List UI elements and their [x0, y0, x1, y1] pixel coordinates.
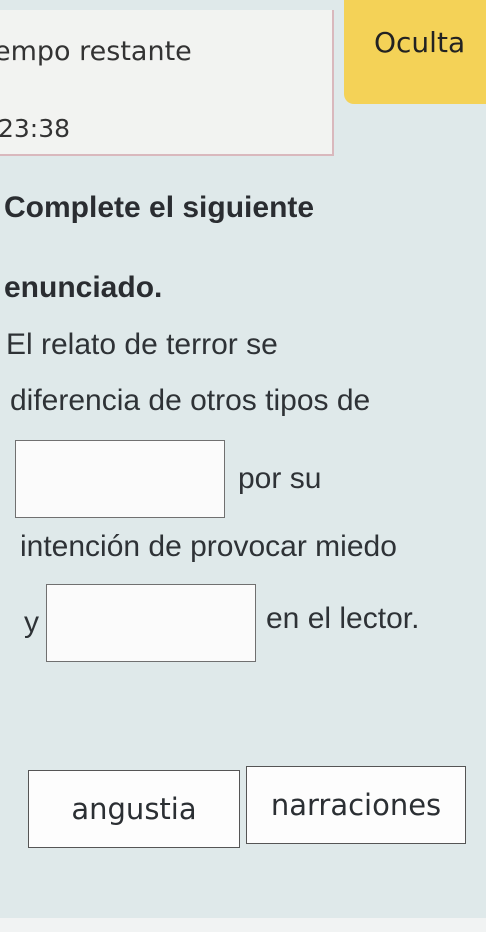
hide-timer-label: Oculta — [374, 26, 466, 59]
option-angustia[interactable]: angustia — [28, 770, 240, 848]
blank-drop-zone-1[interactable] — [15, 440, 225, 518]
instruction-text: Complete el siguiente enunciado. — [4, 191, 315, 304]
bottom-strip — [0, 918, 486, 932]
sentence-line-4: intención de provocar miedo — [20, 530, 397, 563]
hide-timer-button[interactable]: Oculta — [344, 0, 486, 104]
blank-drop-zone-2[interactable] — [46, 584, 256, 662]
sentence-fragment-por-su: por su — [238, 462, 322, 495]
timer-value: 23:38 — [0, 114, 71, 143]
timer-panel: empo restante 23:38 — [0, 10, 334, 156]
sentence-line-1: El relato de terror se — [6, 328, 278, 361]
option-narraciones[interactable]: narraciones — [246, 766, 466, 844]
sentence-fragment-y: y — [24, 606, 39, 639]
sentence-fragment-en-el-lector: en el lector. — [266, 602, 420, 635]
sentence-line-2: diferencia de otros tipos de — [10, 384, 371, 417]
timer-label: empo restante — [0, 36, 192, 67]
